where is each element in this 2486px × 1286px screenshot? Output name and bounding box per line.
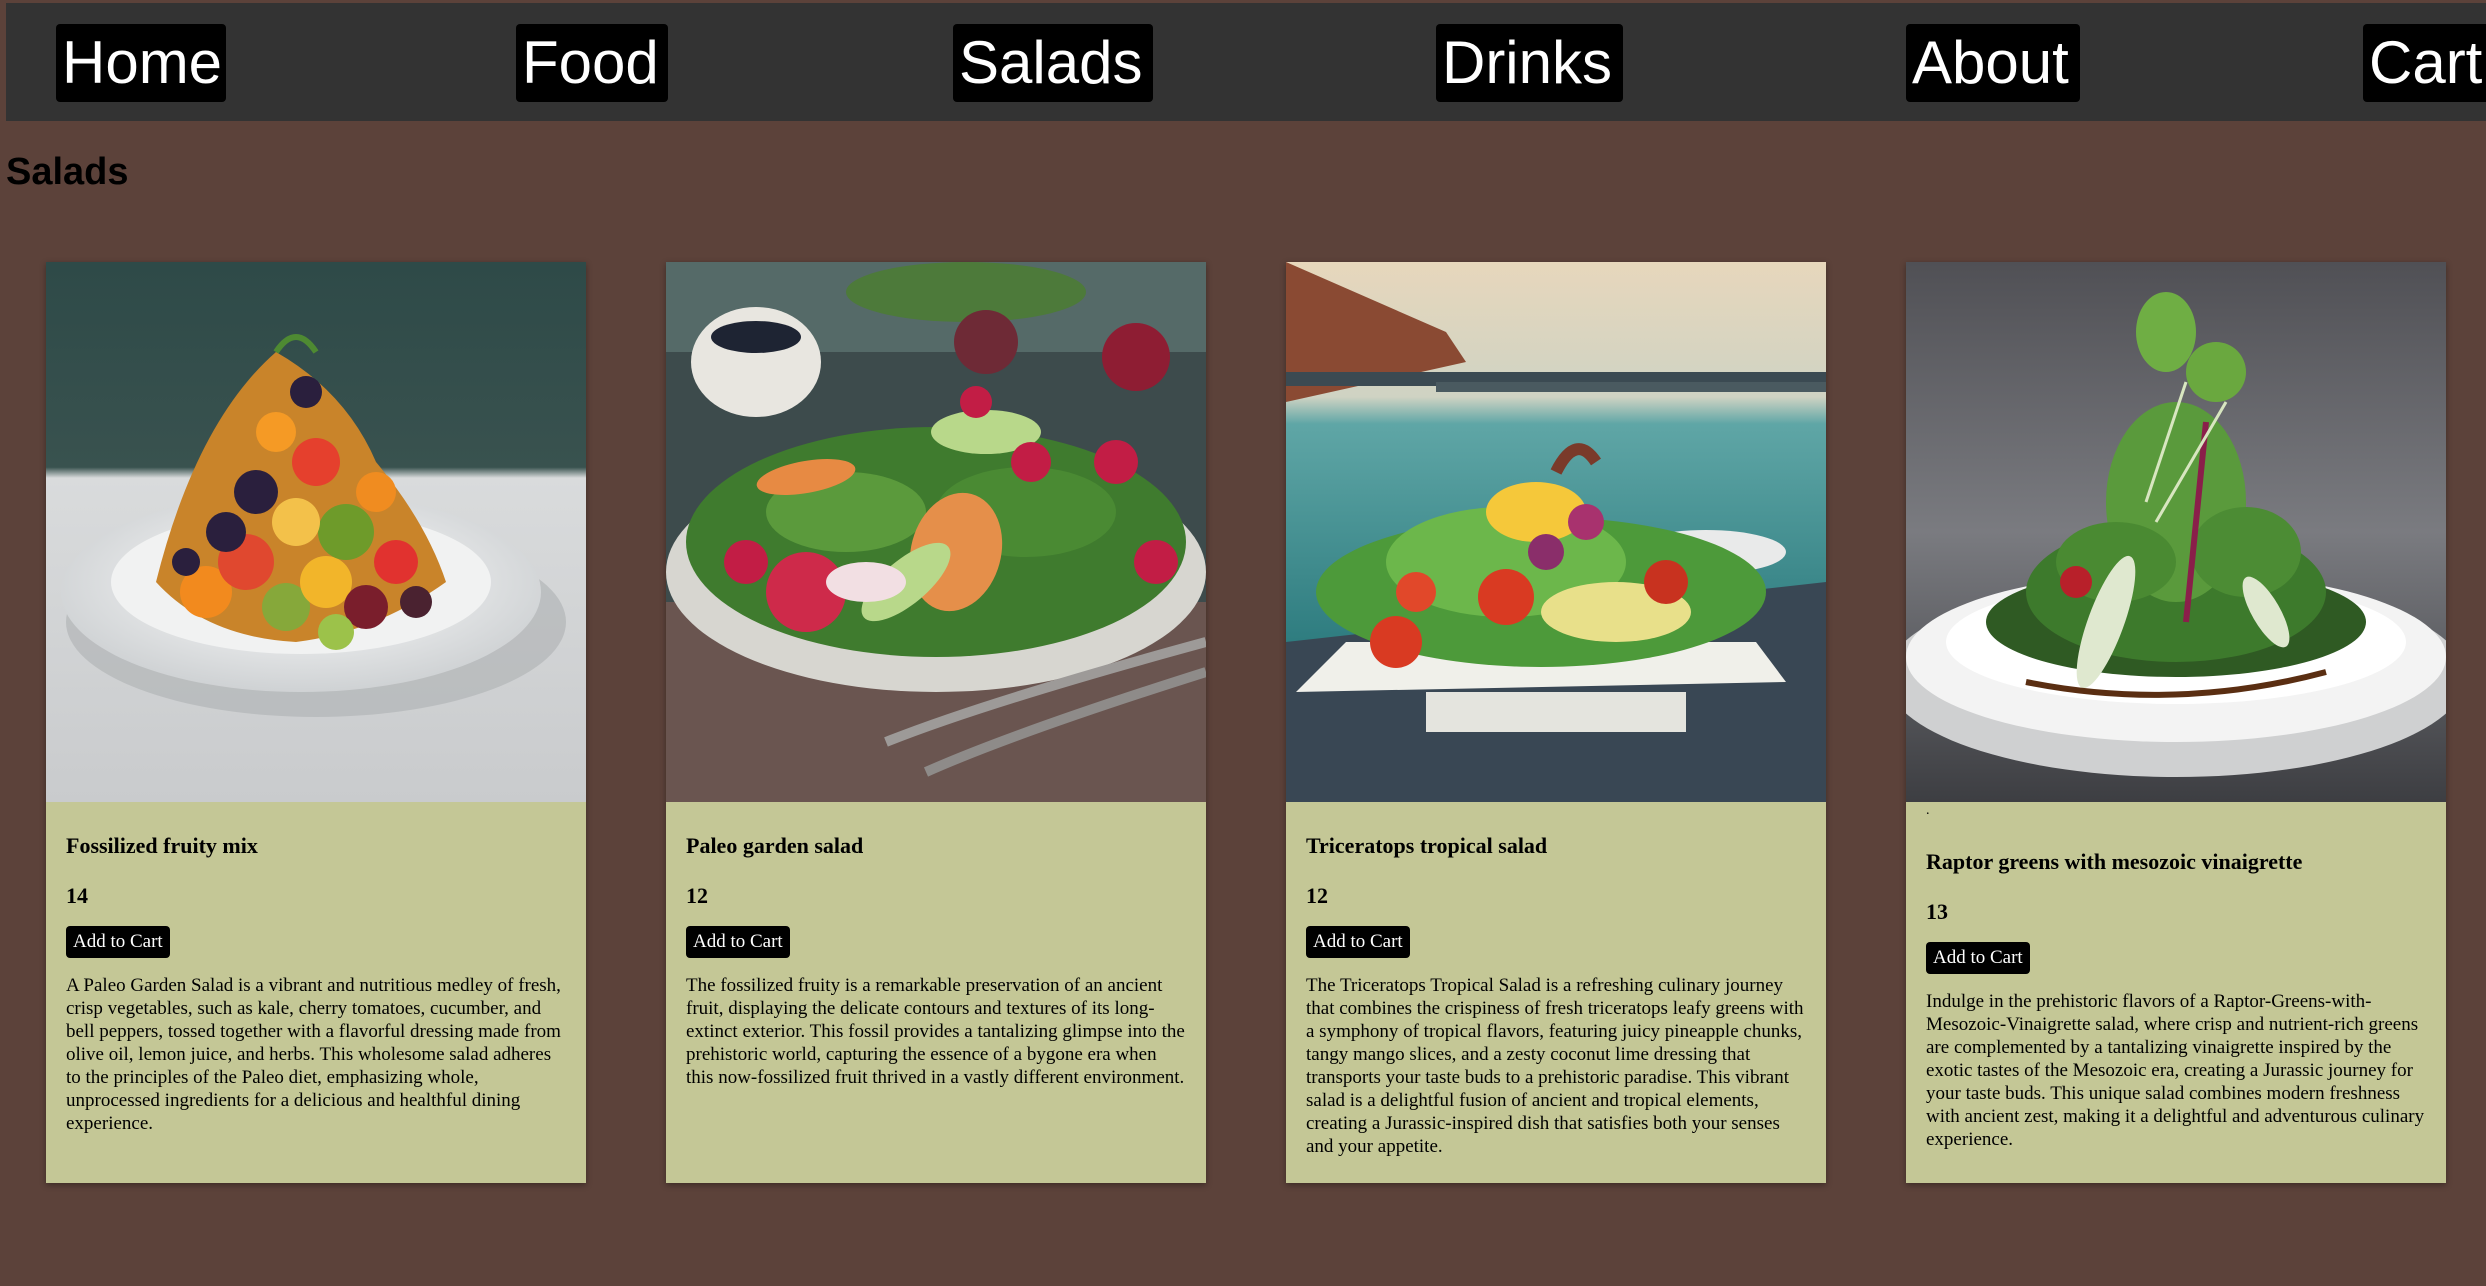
product-name: Triceratops tropical salad [1306, 833, 1548, 858]
product-card-raptor-greens: . Raptor greens with mesozoic vinaigrett… [1906, 262, 2446, 1183]
product-image-fruit-salad [46, 262, 586, 802]
product-card-triceratops-tropical-salad: Triceratops tropical salad 12 Add to Car… [1286, 262, 1826, 1183]
nav-link-food[interactable]: Food [516, 24, 668, 102]
add-to-cart-button[interactable]: Add to Cart [686, 926, 790, 958]
product-card-fossilized-fruity-mix: Fossilized fruity mix 14 Add to Cart A P… [46, 262, 586, 1183]
add-to-cart-button[interactable]: Add to Cart [1926, 942, 2030, 974]
product-image-tropical-salad [1286, 262, 1826, 802]
fruit-salad-image [46, 262, 586, 802]
product-card-paleo-garden-salad: Paleo garden salad 12 Add to Cart The fo… [666, 262, 1206, 1183]
product-price: 13 [1926, 899, 1948, 924]
product-name: Paleo garden salad [686, 833, 864, 858]
product-price: 12 [686, 883, 708, 908]
nav-link-salads[interactable]: Salads [953, 24, 1153, 102]
product-description: A Paleo Garden Salad is a vibrant and nu… [66, 975, 561, 1134]
add-to-cart-button[interactable]: Add to Cart [1306, 926, 1410, 958]
page-title: Salads [6, 151, 129, 193]
garden-salad-image [666, 262, 1206, 802]
raptor-greens-image [1906, 262, 2446, 802]
product-price: 14 [66, 883, 88, 908]
tropical-salad-image [1286, 262, 1826, 802]
product-image-raptor-greens [1906, 262, 2446, 802]
top-navigation-bar: Home Food Salads Drinks About Cart [6, 3, 2486, 121]
nav-link-cart[interactable]: Cart [2363, 24, 2486, 102]
add-to-cart-button[interactable]: Add to Cart [66, 926, 170, 958]
product-name: Fossilized fruity mix [66, 833, 258, 858]
product-name: Raptor greens with mesozoic vinaigrette [1926, 849, 2303, 874]
nav-link-drinks[interactable]: Drinks [1436, 24, 1623, 102]
product-description: The fossilized fruity is a remarkable pr… [686, 975, 1185, 1088]
product-description: The Triceratops Tropical Salad is a refr… [1306, 975, 1804, 1157]
product-description: Indulge in the prehistoric flavors of a … [1926, 991, 2425, 1150]
nav-link-about[interactable]: About [1906, 24, 2080, 102]
nav-link-home[interactable]: Home [56, 24, 226, 102]
stray-text-mark: . [1926, 803, 1930, 818]
product-image-garden-salad [666, 262, 1206, 802]
product-price: 12 [1306, 883, 1328, 908]
